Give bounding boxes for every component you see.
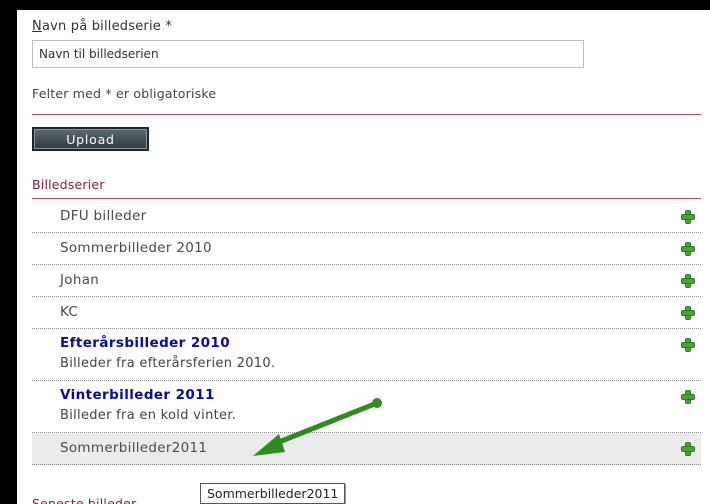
series-item-title[interactable]: Vinterbilleder 2011 xyxy=(60,387,215,403)
plus-icon[interactable] xyxy=(681,338,695,352)
series-name-label-text: avn på billedserie * xyxy=(41,19,173,34)
plus-icon[interactable] xyxy=(681,210,695,224)
series-item[interactable]: Sommerbilleder 2010 xyxy=(32,233,701,265)
plus-icon[interactable] xyxy=(681,390,695,404)
series-item-title[interactable]: Sommerbilleder2011 xyxy=(60,440,207,456)
series-list: DFU billeder Sommerbilleder 2010 Johan KC Ef… xyxy=(32,201,701,465)
series-item-title[interactable]: Johan xyxy=(60,272,99,288)
divider xyxy=(32,114,701,115)
series-item-title[interactable]: DFU billeder xyxy=(60,208,147,224)
series-item-description: Billeder fra en kold vinter. xyxy=(60,408,237,423)
series-item-title[interactable]: Efterårsbilleder 2010 xyxy=(60,335,230,351)
tooltip: Sommerbilleder2011 xyxy=(200,483,346,504)
series-item[interactable]: Sommerbilleder2011 xyxy=(32,433,701,465)
series-item[interactable]: Vinterbilleder 2011 Billeder fra en kold … xyxy=(32,381,701,433)
series-name-label-accesskey: N xyxy=(32,19,42,34)
page: Navn på billedserie * Felter med * er ob… xyxy=(17,10,710,504)
plus-icon[interactable] xyxy=(681,274,695,288)
series-name-label: Navn på billedserie * xyxy=(32,19,172,34)
series-item-title[interactable]: Sommerbilleder 2010 xyxy=(60,240,212,256)
plus-icon[interactable] xyxy=(681,306,695,320)
series-item[interactable]: Johan xyxy=(32,265,701,297)
series-item[interactable]: KC xyxy=(32,297,701,329)
upload-button[interactable]: Upload xyxy=(32,127,149,151)
series-section-title: Billedserier xyxy=(32,177,105,192)
series-item-description: Billeder fra efterårsferien 2010. xyxy=(60,356,276,371)
required-fields-note: Felter med * er obligatoriske xyxy=(32,86,217,101)
plus-icon[interactable] xyxy=(681,442,695,456)
series-item[interactable]: Efterårsbilleder 2010 Billeder fra efterå… xyxy=(32,329,701,381)
series-item[interactable]: DFU billeder xyxy=(32,201,701,233)
upload-panel: Navn på billedserie * Felter med * er ob… xyxy=(25,10,701,504)
series-name-input[interactable] xyxy=(32,40,584,68)
recent-images-label: Seneste billeder xyxy=(32,496,137,504)
divider xyxy=(32,198,701,199)
series-item-title[interactable]: KC xyxy=(60,304,78,320)
plus-icon[interactable] xyxy=(681,242,695,256)
